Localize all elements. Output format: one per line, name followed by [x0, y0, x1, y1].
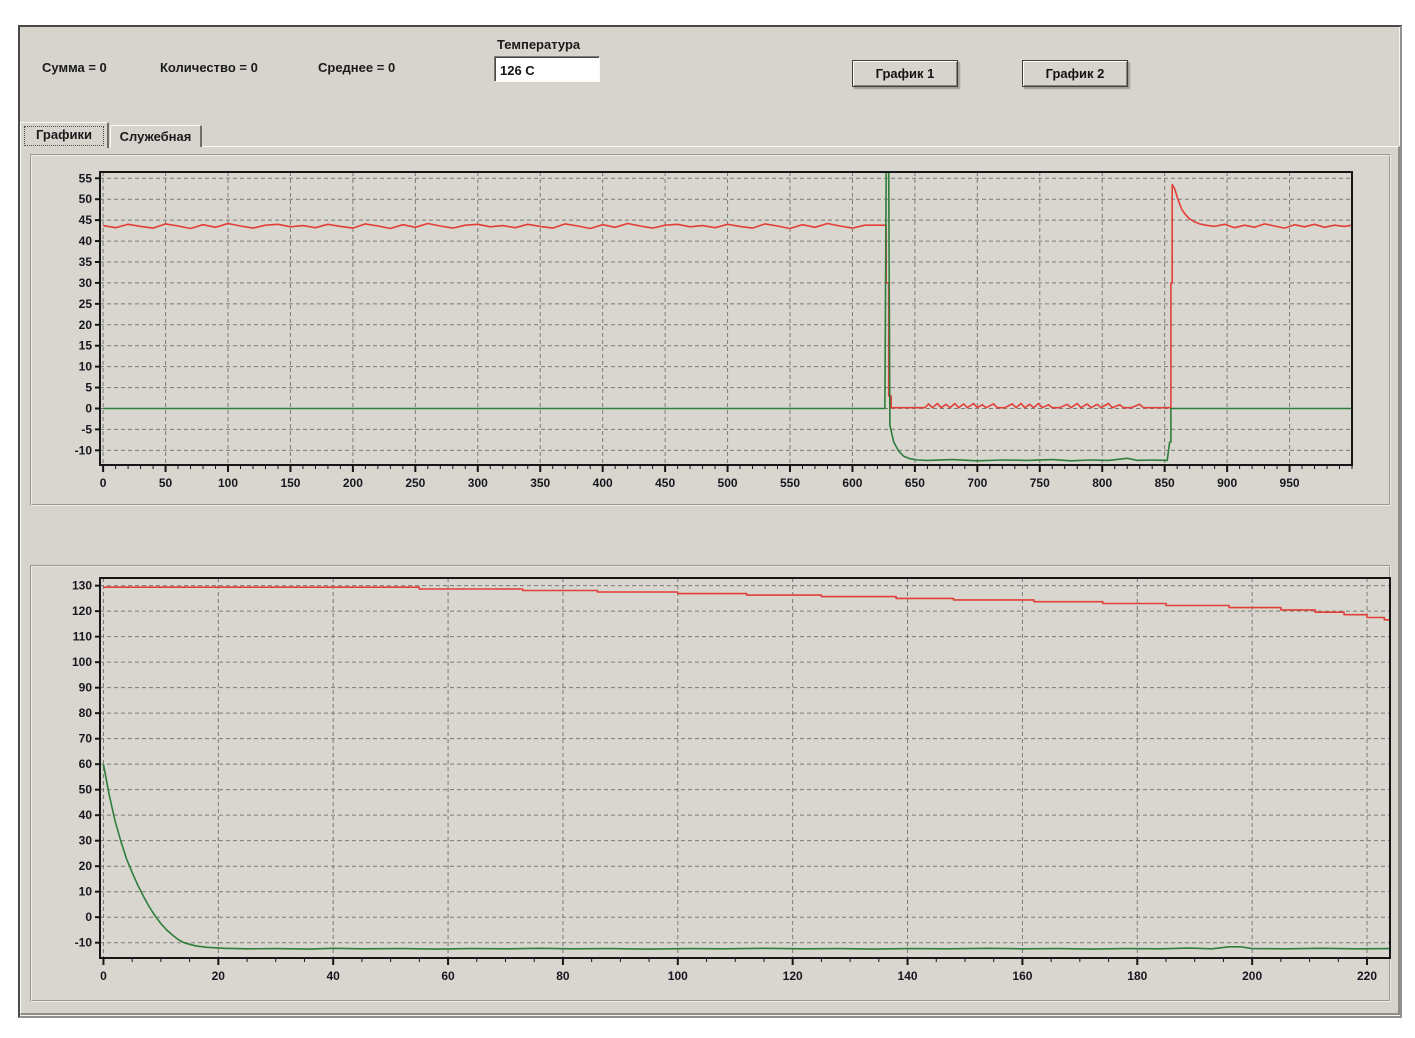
svg-text:300: 300 [468, 476, 488, 490]
tab-focus-rect [24, 126, 104, 146]
svg-text:900: 900 [1217, 476, 1237, 490]
svg-text:110: 110 [73, 630, 93, 644]
svg-text:-5: -5 [81, 422, 92, 436]
svg-text:0: 0 [85, 401, 92, 415]
svg-text:90: 90 [79, 681, 93, 695]
svg-text:450: 450 [655, 476, 675, 490]
svg-text:5: 5 [85, 381, 92, 395]
tab-service[interactable]: Служебная [110, 125, 202, 147]
svg-text:120: 120 [72, 604, 92, 618]
svg-text:0: 0 [85, 910, 92, 924]
svg-text:70: 70 [79, 732, 93, 746]
application-root: Сумма = 0 Количество = 0 Среднее = 0 Тем… [0, 0, 1415, 1038]
svg-text:120: 120 [783, 969, 803, 983]
tab-graphics[interactable]: Графики [20, 122, 109, 148]
svg-text:40: 40 [327, 969, 341, 983]
svg-text:55: 55 [79, 171, 93, 185]
svg-text:10: 10 [79, 885, 93, 899]
svg-text:30: 30 [79, 834, 93, 848]
svg-text:60: 60 [441, 969, 455, 983]
graph1-button[interactable]: График 1 [852, 60, 958, 87]
chart-2: 0 20 40 60 80 100 120 140 160 180 200 220 -10 0 10 20 30… [30, 565, 1391, 1002]
svg-text:-10: -10 [75, 443, 93, 457]
svg-text:25: 25 [79, 297, 93, 311]
svg-text:50: 50 [79, 192, 93, 206]
count-label: Количество = 0 [160, 60, 258, 75]
svg-text:160: 160 [1012, 969, 1032, 983]
avg-label: Среднее = 0 [318, 60, 395, 75]
svg-text:80: 80 [556, 969, 570, 983]
svg-text:100: 100 [668, 969, 688, 983]
svg-text:550: 550 [780, 476, 800, 490]
temperature-label: Температура [497, 37, 580, 52]
graph2-button[interactable]: График 2 [1022, 60, 1128, 87]
svg-text:500: 500 [718, 476, 738, 490]
svg-text:30: 30 [79, 276, 93, 290]
svg-text:60: 60 [79, 757, 93, 771]
svg-text:0: 0 [100, 476, 107, 490]
svg-text:700: 700 [967, 476, 987, 490]
svg-text:15: 15 [79, 339, 93, 353]
svg-text:45: 45 [79, 213, 93, 227]
svg-text:100: 100 [218, 476, 238, 490]
tab-service-label: Служебная [120, 129, 192, 144]
svg-text:650: 650 [905, 476, 925, 490]
svg-text:850: 850 [1155, 476, 1175, 490]
svg-text:-10: -10 [75, 936, 93, 950]
svg-text:50: 50 [159, 476, 173, 490]
svg-text:180: 180 [1127, 969, 1147, 983]
svg-text:200: 200 [343, 476, 363, 490]
svg-text:600: 600 [842, 476, 862, 490]
svg-text:800: 800 [1092, 476, 1112, 490]
chart-1: 0501001502002503003504004505005506006507… [30, 154, 1391, 506]
svg-text:40: 40 [79, 234, 93, 248]
svg-text:150: 150 [280, 476, 300, 490]
svg-text:50: 50 [79, 783, 93, 797]
svg-text:40: 40 [79, 808, 93, 822]
svg-text:0: 0 [100, 969, 107, 983]
svg-text:20: 20 [79, 318, 93, 332]
svg-text:100: 100 [72, 655, 92, 669]
svg-text:400: 400 [593, 476, 613, 490]
sum-label: Сумма = 0 [42, 60, 107, 75]
svg-text:10: 10 [79, 360, 93, 374]
svg-text:20: 20 [212, 969, 226, 983]
svg-text:140: 140 [898, 969, 918, 983]
svg-text:200: 200 [1242, 969, 1262, 983]
svg-text:250: 250 [405, 476, 425, 490]
temperature-input[interactable] [494, 56, 600, 82]
svg-text:350: 350 [530, 476, 550, 490]
svg-text:750: 750 [1030, 476, 1050, 490]
svg-text:35: 35 [79, 255, 93, 269]
svg-text:950: 950 [1280, 476, 1300, 490]
svg-text:130: 130 [72, 579, 92, 593]
svg-text:20: 20 [79, 859, 93, 873]
svg-text:80: 80 [79, 706, 93, 720]
svg-text:220: 220 [1357, 969, 1377, 983]
